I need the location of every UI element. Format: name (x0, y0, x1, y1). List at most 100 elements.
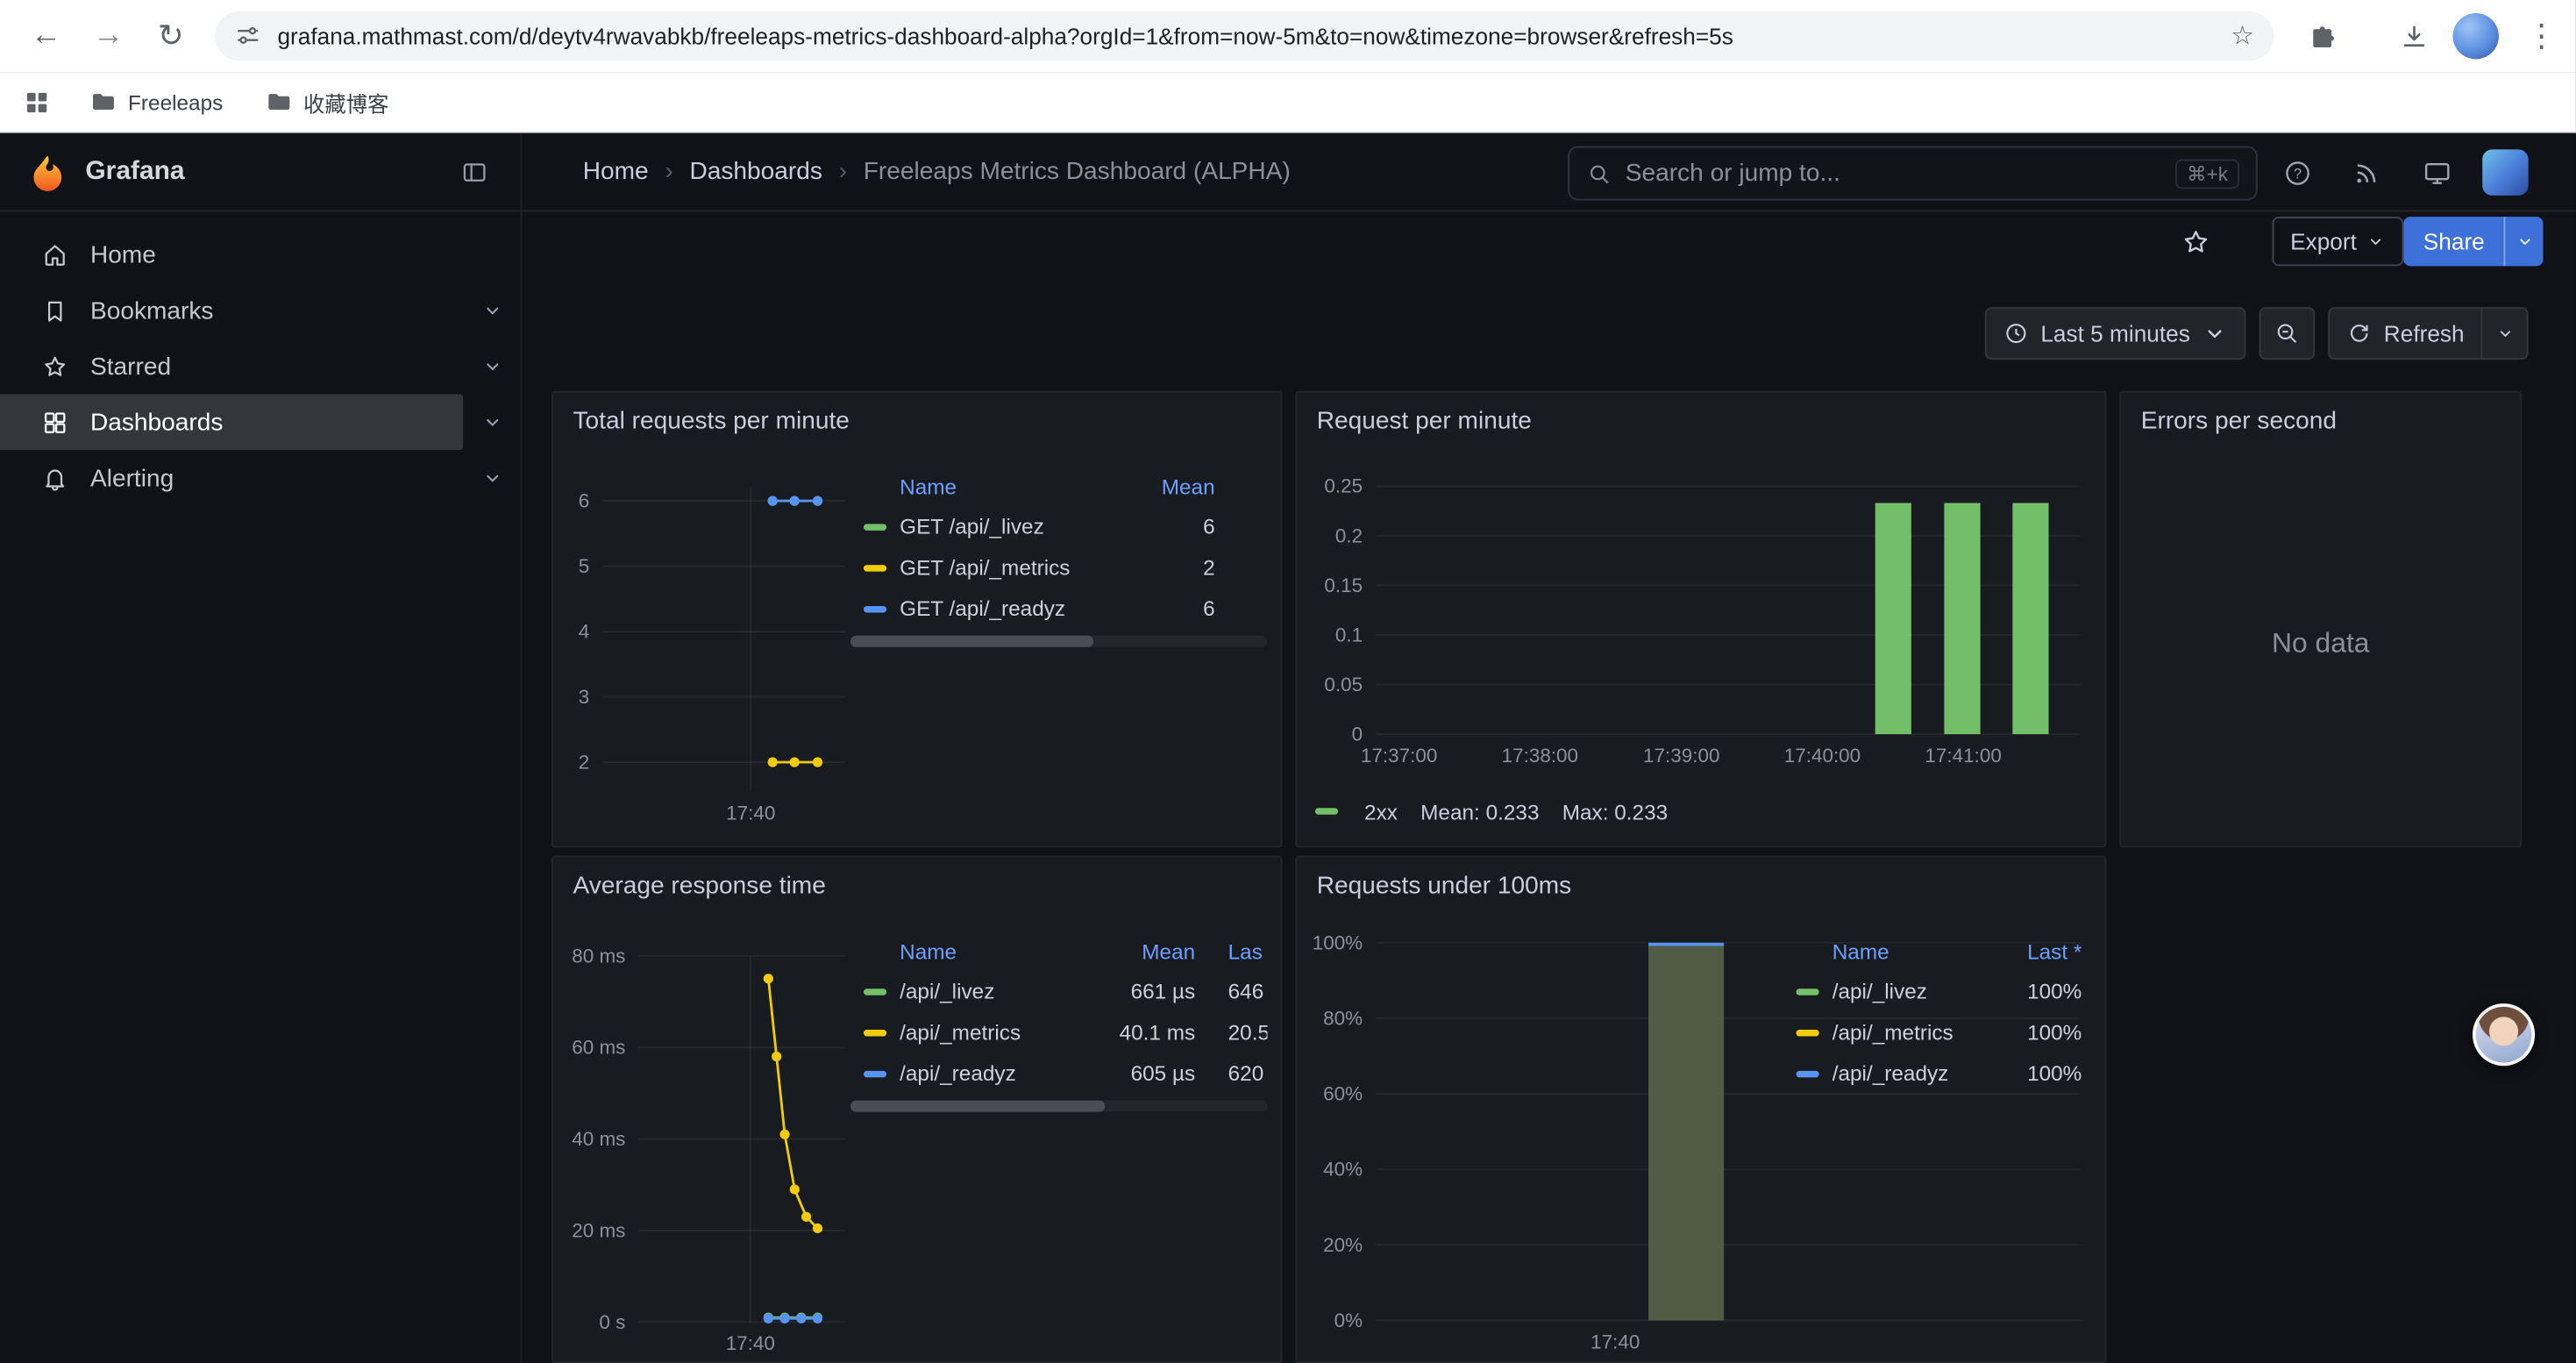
apps-grid-icon[interactable] (23, 88, 51, 116)
legend-item[interactable]: 2xx (1315, 799, 1398, 824)
downloads-icon[interactable] (2387, 10, 2440, 62)
legend-row[interactable]: /api/_livez661 µs646 (850, 971, 1268, 1012)
share-label: Share (2403, 217, 2504, 266)
search-input[interactable]: Search or jump to... ⌘+k (1568, 146, 2257, 201)
svg-text:0.15: 0.15 (1324, 574, 1363, 596)
legend-cell: 100% (2003, 979, 2081, 1003)
export-button[interactable]: Export (2273, 217, 2405, 266)
forward-button[interactable]: → (82, 10, 135, 62)
share-chevron-icon[interactable] (2504, 217, 2544, 266)
legend-cell: 661 µs (1097, 979, 1195, 1003)
legend-row[interactable]: GET /api/_livez6 (850, 506, 1215, 547)
grafana-logo-icon[interactable] (28, 152, 68, 191)
refresh-icon (2346, 320, 2373, 346)
scrollbar-thumb[interactable] (850, 1101, 1105, 1112)
home-icon (41, 240, 69, 268)
sidebar-item-label: Home (90, 240, 156, 268)
help-icon[interactable]: ? (2271, 146, 2323, 199)
series-color-dash (864, 564, 886, 570)
chevron-down-icon[interactable] (463, 450, 521, 506)
address-bar[interactable]: grafana.mathmast.com/d/deytv4rwavabkb/fr… (215, 11, 2274, 61)
refresh-button[interactable]: Refresh (2330, 309, 2480, 358)
sidebar-item-alerting[interactable]: Alerting (0, 450, 463, 506)
bookmark-label: Freeleaps (128, 89, 223, 114)
legend-row[interactable]: /api/_livez100% (1783, 971, 2082, 1012)
svg-text:2: 2 (579, 752, 590, 774)
series-color-dash (864, 605, 886, 611)
series-color-dash (864, 1070, 886, 1076)
breadcrumb-home[interactable]: Home (583, 158, 649, 186)
legend-cell: 2 (1116, 555, 1214, 580)
series-color-dash (1797, 1070, 1819, 1076)
back-button[interactable]: ← (19, 10, 72, 62)
legend-row[interactable]: /api/_metrics40.1 ms20.5 m (850, 1011, 1268, 1053)
svg-text:40 ms: 40 ms (572, 1128, 625, 1150)
zoom-out-button[interactable] (2259, 307, 2316, 360)
refresh-interval-chevron[interactable] (2480, 309, 2526, 358)
svg-text:17:40:00: 17:40:00 (1784, 745, 1861, 767)
legend-cell: 6 (1116, 514, 1214, 539)
legend-header: Name (900, 474, 1116, 498)
breadcrumb-dashboards[interactable]: Dashboards (689, 158, 822, 186)
profile-avatar[interactable] (2453, 13, 2499, 59)
time-range-picker[interactable]: Last 5 minutes (1985, 307, 2246, 360)
dashboard-toolbar: Export Share (522, 212, 2575, 284)
svg-text:0.25: 0.25 (1324, 475, 1363, 497)
legend-table: NameLast */api/_livez100%/api/_metrics10… (1783, 931, 2082, 1094)
legend-scrollbar[interactable] (850, 1101, 1268, 1112)
legend-row[interactable]: GET /api/_metrics2 (850, 547, 1215, 589)
svg-text:17:41:00: 17:41:00 (1925, 745, 2001, 767)
favorite-star-icon[interactable] (2169, 215, 2222, 268)
svg-text:40%: 40% (1323, 1159, 1363, 1181)
bookmark-star-icon[interactable]: ☆ (2231, 19, 2254, 52)
legend-max: Max: 0.233 (1562, 799, 1668, 824)
bookmark-item[interactable]: 收藏博客 (266, 86, 388, 118)
assistant-avatar-button[interactable] (2473, 1003, 2535, 1066)
sidebar-item-label: Bookmarks (90, 296, 213, 325)
bookmark-item[interactable]: Freeleaps (90, 89, 223, 115)
request-per-minute-chart: 0.250.20.150.10.05017:37:0017:38:0017:39… (1297, 393, 2104, 846)
sidebar-item-starred[interactable]: Starred (0, 339, 463, 395)
url-input[interactable]: grafana.mathmast.com/d/deytv4rwavabkb/fr… (277, 23, 2214, 49)
chevron-down-icon (2202, 320, 2228, 346)
scrollbar-thumb[interactable] (850, 636, 1093, 647)
chevron-down-icon[interactable] (463, 282, 521, 339)
sidebar-row: Bookmarks (0, 282, 521, 339)
browser-toolbar: ← → ↻ grafana.mathmast.com/d/deytv4rwava… (0, 0, 2576, 72)
legend-row[interactable]: GET /api/_readyz6 (850, 588, 1215, 629)
sidebar-item-bookmarks[interactable]: Bookmarks (0, 282, 463, 339)
grafana-app: Grafana HomeBookmarksStarredDashboardsAl… (0, 133, 2576, 1363)
svg-text:4: 4 (579, 621, 590, 643)
share-button[interactable]: Share (2403, 217, 2544, 266)
legend-cell: /api/_metrics (900, 1020, 1097, 1045)
site-settings-icon[interactable] (235, 23, 261, 49)
legend-header: Mean (1116, 474, 1214, 498)
series-color-dash (1797, 988, 1819, 994)
reload-button[interactable]: ↻ (145, 10, 197, 62)
sidebar-item-dashboards[interactable]: Dashboards (0, 394, 463, 450)
chevron-down-icon[interactable] (463, 394, 521, 450)
legend-row[interactable]: /api/_readyz100% (1783, 1053, 2082, 1094)
extensions-icon[interactable] (2295, 10, 2348, 62)
search-placeholder: Search or jump to... (1626, 160, 2162, 188)
legend-header: Name (900, 938, 1097, 963)
legend-row[interactable]: /api/_readyz605 µs620 (850, 1053, 1268, 1094)
legend-cell: GET /api/_readyz (900, 596, 1116, 621)
apps-icon (41, 408, 69, 436)
svg-text:20 ms: 20 ms (572, 1219, 625, 1241)
news-rss-icon[interactable] (2339, 146, 2392, 199)
panel-title[interactable]: Errors per second (2121, 393, 2520, 436)
series-color-dash (864, 1029, 886, 1035)
browser-menu-icon[interactable]: ⋮ (2516, 10, 2568, 62)
collapse-sidebar-icon[interactable] (452, 148, 497, 194)
legend-row[interactable]: /api/_metrics100% (1783, 1011, 2082, 1053)
kiosk-monitor-icon[interactable] (2410, 146, 2463, 199)
clock-icon (2003, 320, 2029, 346)
legend-scrollbar[interactable] (850, 636, 1268, 647)
user-avatar[interactable] (2482, 149, 2528, 195)
chevron-down-icon[interactable] (463, 339, 521, 395)
svg-text:17:40: 17:40 (1590, 1331, 1640, 1352)
sidebar-item-home[interactable]: Home (0, 226, 521, 282)
sidebar-item-label: Dashboards (90, 408, 223, 436)
legend-cell: GET /api/_metrics (900, 555, 1116, 580)
